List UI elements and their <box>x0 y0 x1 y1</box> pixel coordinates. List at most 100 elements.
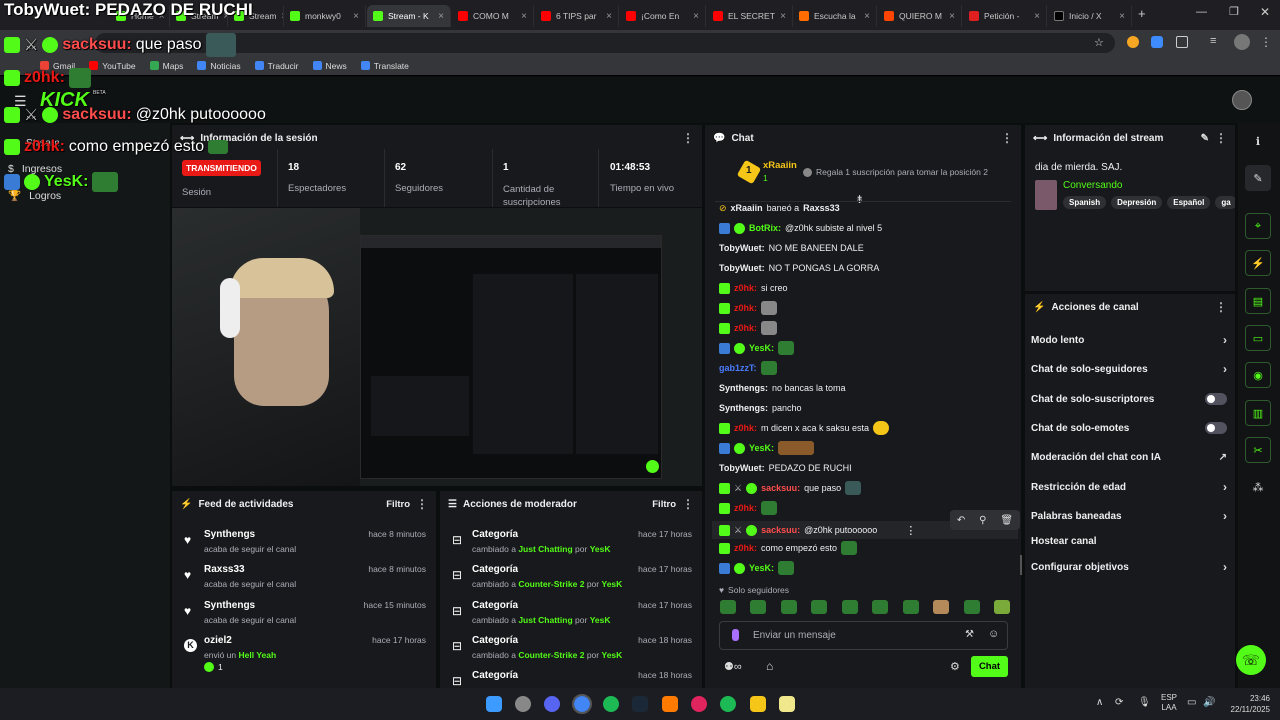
close-window-button[interactable]: ✕ <box>1260 5 1270 19</box>
close-icon[interactable]: × <box>521 11 527 22</box>
close-icon[interactable]: × <box>438 11 444 22</box>
close-icon[interactable]: × <box>693 11 699 22</box>
browser-tab[interactable]: EL SECRET × <box>707 5 793 27</box>
bookmark-traducir[interactable]: Traducir <box>254 61 299 71</box>
app-icon[interactable] <box>691 696 707 712</box>
emote[interactable] <box>780 600 797 614</box>
tools-icon[interactable]: ✂ <box>1245 437 1271 463</box>
action-slow-mode[interactable]: Modo lento › <box>1031 331 1227 349</box>
edit-icon[interactable]: ✎ <box>1245 165 1271 191</box>
new-tab-button[interactable]: + <box>1138 6 1146 21</box>
emote[interactable] <box>841 600 858 614</box>
reply-icon[interactable]: ↶ <box>957 515 965 526</box>
clipboard-icon[interactable]: ▤ <box>1245 288 1271 314</box>
more-options-icon[interactable]: ⋮ <box>905 524 916 537</box>
close-icon[interactable]: × <box>606 11 612 22</box>
bookmark-noticias[interactable]: Noticias <box>197 61 241 71</box>
chat-settings-icon[interactable]: ⚙ <box>950 660 960 673</box>
menu-icon[interactable]: ⋮ <box>1260 35 1272 49</box>
browser-tab[interactable]: Escucha la × <box>793 5 877 27</box>
language-indicator[interactable]: ESP LAA <box>1161 693 1177 713</box>
action-banned-words[interactable]: Palabras baneadas › <box>1031 507 1227 525</box>
mod-filter-button[interactable]: Filtro <box>652 499 676 510</box>
chat-icon[interactable]: ▭ <box>1245 325 1271 351</box>
discord-icon[interactable] <box>544 696 560 712</box>
send-chat-button[interactable]: Chat <box>971 656 1008 677</box>
bookmark-news[interactable]: News <box>312 61 347 71</box>
browser-tab[interactable]: monkwy0 × <box>284 5 366 27</box>
stream-category[interactable]: Conversando <box>1063 180 1122 191</box>
stream-preview[interactable] <box>172 208 702 486</box>
mic-icon[interactable] <box>732 629 739 641</box>
crosshair-icon[interactable]: ⌖ <box>1245 213 1271 239</box>
close-icon[interactable]: × <box>1034 11 1040 22</box>
url-field[interactable] <box>95 33 1115 53</box>
emote[interactable] <box>750 600 767 614</box>
bookmark-youtube[interactable]: YouTube <box>89 61 136 71</box>
more-options-icon[interactable]: ⋮ <box>416 497 428 511</box>
tag[interactable]: Spanish <box>1063 196 1107 209</box>
app-icon[interactable] <box>779 696 795 712</box>
browser-tab[interactable]: COMO M × <box>452 5 534 27</box>
maximize-button[interactable]: ❐ <box>1229 5 1239 18</box>
minimize-button[interactable]: — <box>1196 6 1207 18</box>
points-icon[interactable]: ⚉∞ <box>724 660 742 673</box>
emote[interactable] <box>811 600 828 614</box>
emote[interactable] <box>902 600 919 614</box>
network-icon[interactable]: ▭ <box>1187 697 1196 708</box>
more-options-icon[interactable]: ⋮ <box>682 497 694 511</box>
more-options-icon[interactable]: ⋮ <box>682 131 694 145</box>
spotify-icon[interactable] <box>603 696 619 712</box>
more-options-icon[interactable]: ⋮ <box>1001 131 1013 145</box>
layers-icon[interactable]: ▥ <box>1245 400 1271 426</box>
emoji-icon[interactable]: ☺ <box>988 628 999 640</box>
volume-icon[interactable]: 🔊 <box>1203 697 1215 708</box>
support-icon[interactable]: ☏ <box>1236 645 1266 675</box>
tag[interactable]: Depresión <box>1111 196 1163 209</box>
star-icon[interactable]: ☆ <box>1094 36 1104 49</box>
puzzle-icon[interactable] <box>1176 36 1188 48</box>
browser-tab-active[interactable]: Stream - K × <box>367 5 451 27</box>
emote[interactable] <box>963 600 980 614</box>
clock[interactable]: 23:46 22/11/2025 <box>1226 693 1270 715</box>
browser-tab[interactable]: ¡Como En × <box>620 5 706 27</box>
profile-avatar[interactable] <box>1234 34 1250 50</box>
spotify-icon[interactable] <box>720 696 736 712</box>
extension-icon[interactable] <box>1127 36 1139 48</box>
app-icon[interactable] <box>662 696 678 712</box>
extension-icon[interactable] <box>1151 36 1163 48</box>
reading-list-icon[interactable]: ≡ <box>1210 35 1216 47</box>
app-icon[interactable] <box>515 696 531 712</box>
chat-input[interactable]: Enviar un mensaje <box>753 630 836 641</box>
apps-icon[interactable]: ⁂ <box>1245 474 1271 500</box>
subs-only-toggle[interactable] <box>1205 393 1227 405</box>
browser-tab[interactable]: QUIERO M × <box>878 5 962 27</box>
emote[interactable] <box>993 600 1010 614</box>
translate-icon[interactable]: ⚒ <box>965 629 974 640</box>
info-icon[interactable]: ℹ <box>1245 128 1271 154</box>
action-age-restriction[interactable]: Restricción de edad › <box>1031 478 1227 496</box>
broadcast-icon[interactable]: ◉ <box>1245 362 1271 388</box>
gift-sub-prompt[interactable]: Regala 1 suscripción para tomar la posic… <box>803 167 988 177</box>
chat-input-box[interactable]: Enviar un mensaje ⚒ ☺ <box>719 621 1008 650</box>
bookmark-translate[interactable]: Translate <box>360 61 409 71</box>
scroll-down-icon[interactable]: ⇟ <box>855 193 864 206</box>
delete-icon[interactable]: 🗑 <box>1000 515 1013 526</box>
store-icon[interactable]: ⌂ <box>766 659 773 673</box>
bookmark-maps[interactable]: Maps <box>149 61 183 71</box>
tray-expand-icon[interactable]: ∧ <box>1096 697 1103 708</box>
close-icon[interactable]: × <box>780 11 786 22</box>
steam-icon[interactable] <box>632 696 648 712</box>
close-icon[interactable]: × <box>864 11 870 22</box>
chat-scrollbar[interactable] <box>1020 555 1022 575</box>
emote[interactable] <box>933 600 950 614</box>
close-icon[interactable]: × <box>949 11 955 22</box>
action-set-goals[interactable]: Configurar objetivos › <box>1031 558 1227 576</box>
feed-filter-button[interactable]: Filtro <box>386 499 410 510</box>
browser-tab[interactable]: Petición - × <box>963 5 1047 27</box>
emote[interactable] <box>720 600 736 614</box>
browser-tab[interactable]: 6 TIPS par × <box>535 5 619 27</box>
tag[interactable]: Español <box>1167 196 1211 209</box>
bolt-icon[interactable]: ⚡ <box>1245 250 1271 276</box>
top-gifter-name[interactable]: xRaaiin <box>763 160 797 171</box>
